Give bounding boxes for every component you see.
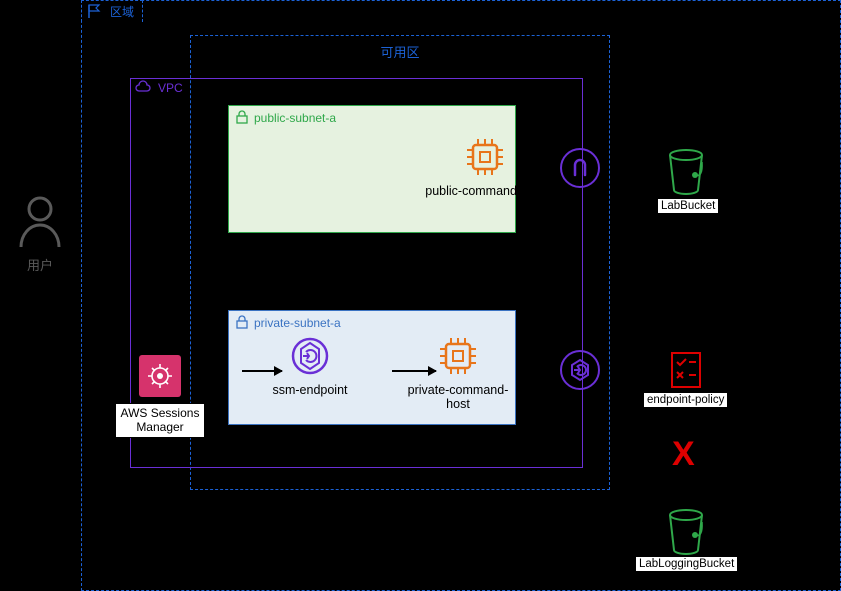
private-subnet-label: private-subnet-a <box>254 316 341 330</box>
ssm-endpoint-icon <box>289 335 331 377</box>
lock-icon <box>234 109 250 128</box>
deny-x-icon: X <box>672 435 695 474</box>
ssm-endpoint-label: ssm-endpoint <box>260 383 360 397</box>
lab-bucket-node: LabBucket <box>665 148 707 190</box>
region-tab: 区域 <box>81 0 143 22</box>
user-label: 用户 <box>10 255 70 274</box>
lab-bucket-label: LabBucket <box>657 198 719 214</box>
arrow-to-private-host <box>392 370 436 372</box>
ec2-chip-icon <box>464 136 506 178</box>
s3-bucket-icon <box>665 148 707 196</box>
internet-gateway-icon <box>560 148 600 188</box>
ec2-chip-icon <box>437 335 479 377</box>
public-host-label: public-command-host <box>425 184 545 198</box>
user-block: 用户 <box>10 195 70 274</box>
private-command-host-node: private-command-host <box>398 335 518 411</box>
sessions-manager-label: AWS Sessions Manager <box>115 403 205 438</box>
vpc-endpoint-icon <box>560 350 600 390</box>
private-host-label: private-command-host <box>398 383 518 411</box>
endpoint-policy-label: endpoint-policy <box>643 392 728 408</box>
aws-systems-manager-icon <box>139 355 181 397</box>
aws-sessions-manager-node: AWS Sessions Manager <box>115 355 205 438</box>
public-subnet-label: public-subnet-a <box>254 111 336 125</box>
vpc-tab: VPC <box>130 78 191 98</box>
cloud-icon <box>134 80 152 97</box>
az-label: 可用区 <box>191 36 609 61</box>
arrow-to-ssm-endpoint <box>242 370 282 372</box>
private-subnet-tab: private-subnet-a <box>232 314 341 332</box>
endpoint-policy-node: endpoint-policy <box>665 350 707 393</box>
public-command-host-node: public-command-host <box>425 136 545 198</box>
s3-bucket-icon <box>665 508 707 556</box>
region-label: 区域 <box>110 3 134 20</box>
vpc-label: VPC <box>158 81 183 95</box>
logging-bucket-label: LabLoggingBucket <box>635 556 738 572</box>
user-icon <box>15 195 65 250</box>
policy-document-icon <box>668 350 704 390</box>
public-subnet-tab: public-subnet-a <box>232 109 336 127</box>
lock-icon <box>234 314 250 333</box>
flag-icon <box>86 3 102 22</box>
logging-bucket-node: LabLoggingBucket <box>665 508 707 550</box>
